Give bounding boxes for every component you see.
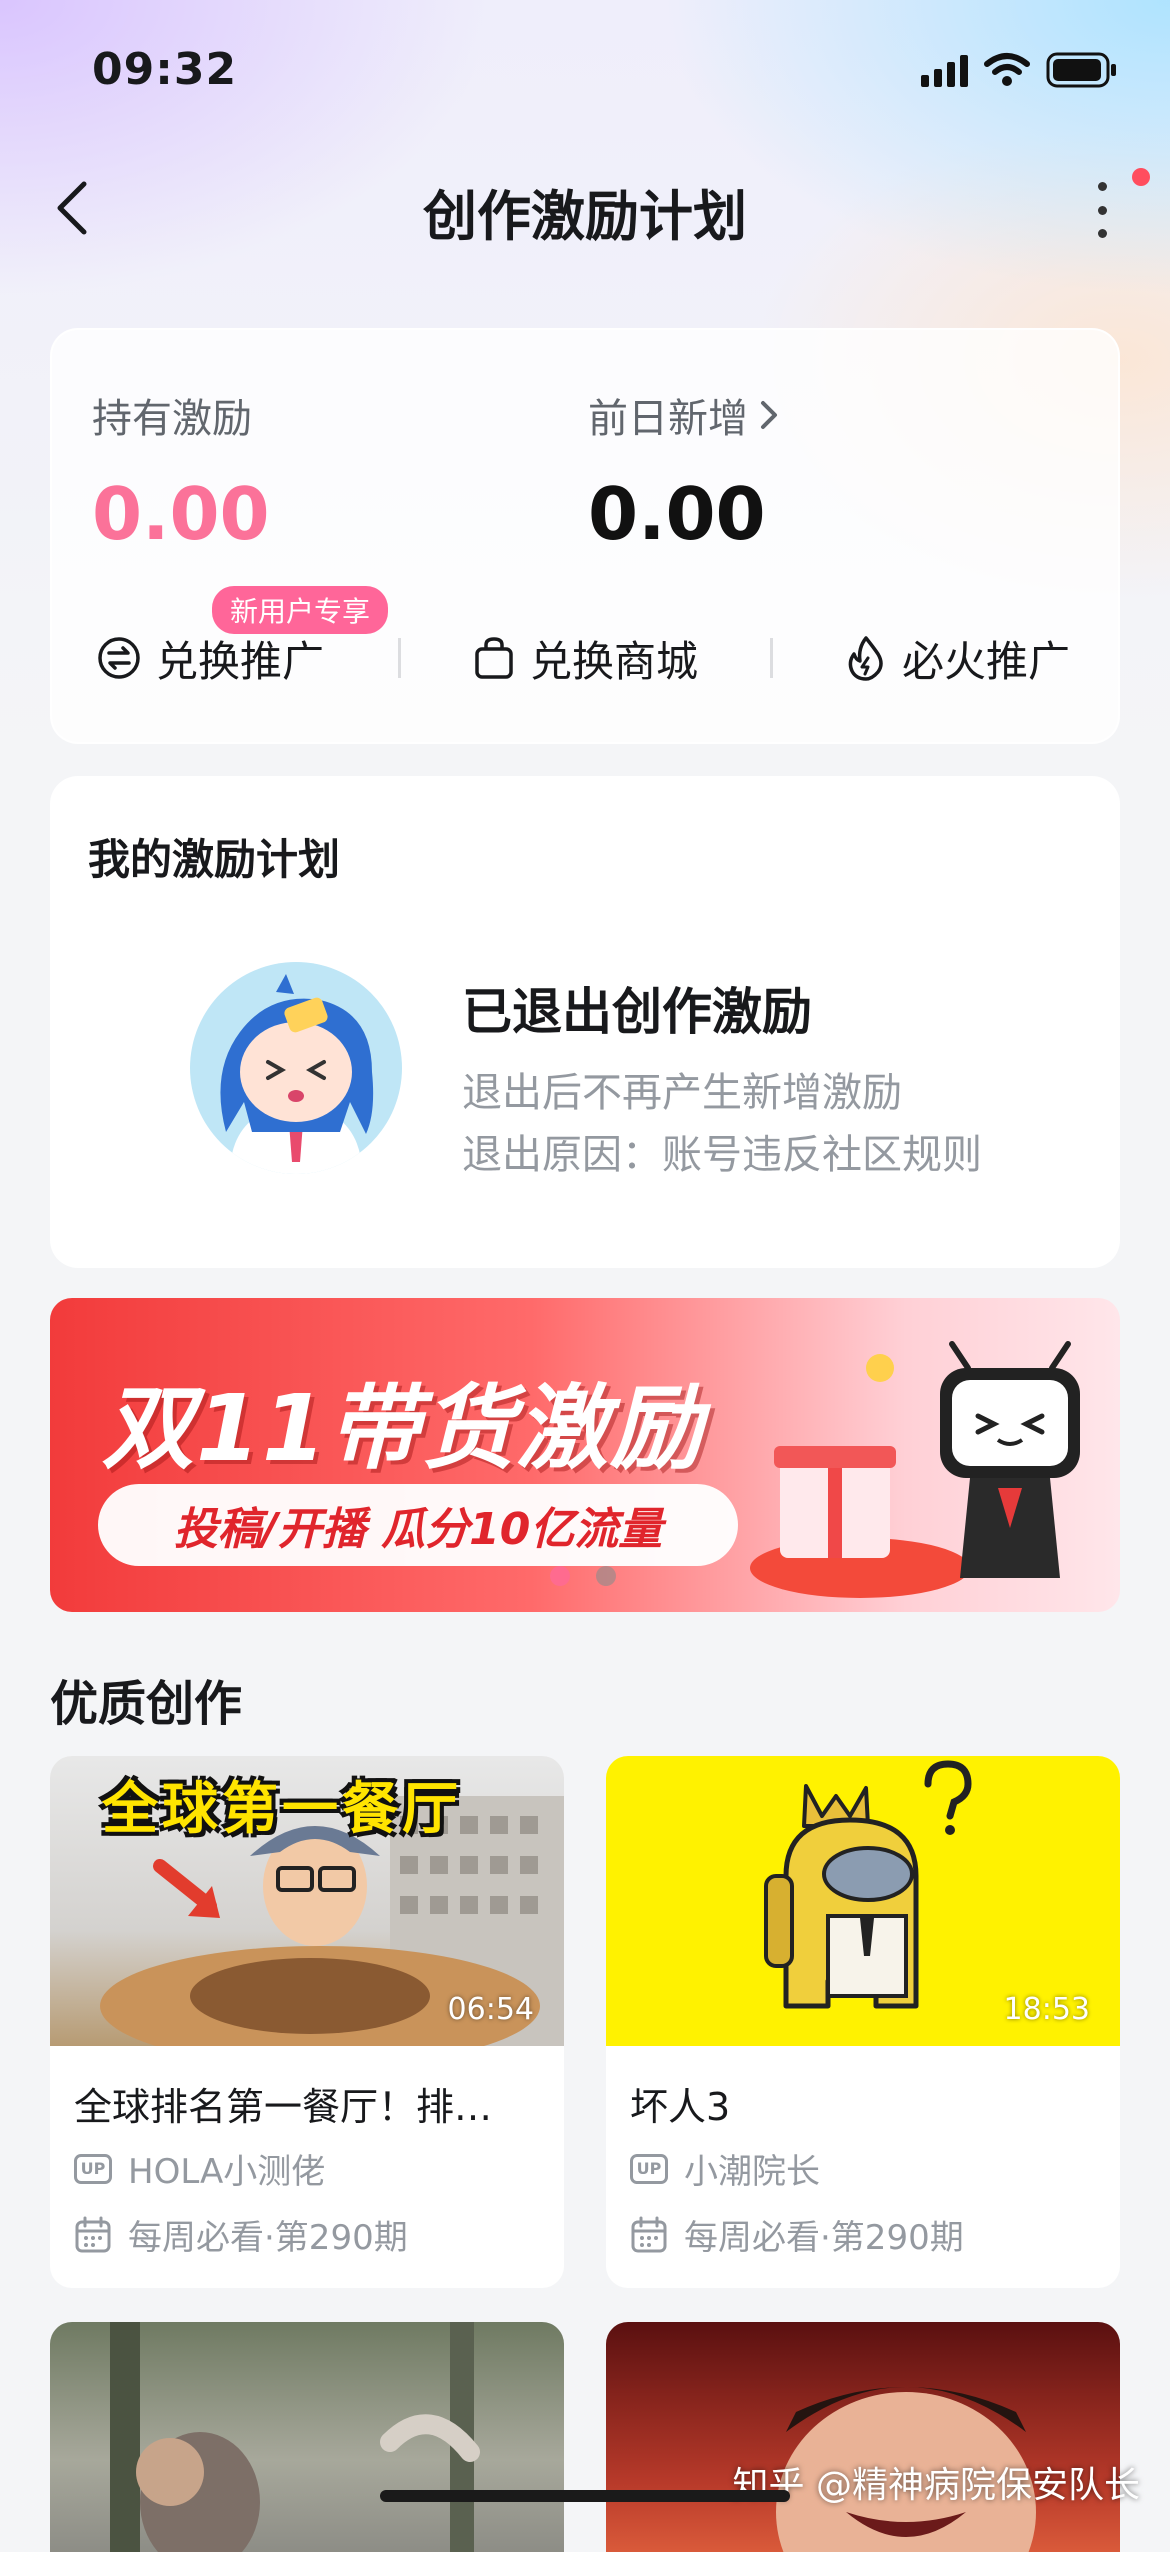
chevron-right-icon xyxy=(761,401,777,429)
page-title: 创作激励计划 xyxy=(423,185,747,248)
video-duration: 06:54 xyxy=(447,1992,534,2027)
video-title: 坏人3 xyxy=(630,2085,731,2129)
calendar-icon xyxy=(75,2216,111,2252)
more-options-icon[interactable] xyxy=(1090,182,1114,238)
video-thumbnail: 18:53 xyxy=(606,1756,1120,2046)
exchange-promotion-label: 兑换推广 xyxy=(156,636,325,686)
held-incentive-value: 0.00 xyxy=(92,472,270,556)
promo-banner[interactable]: 双11带货激励 投稿/开播 瓜分10亿流量 xyxy=(50,1298,1120,1612)
shopping-bag-icon xyxy=(475,637,513,679)
home-indicator[interactable] xyxy=(380,2490,790,2502)
notification-dot xyxy=(1132,168,1150,186)
video-thumbnail xyxy=(776,2387,1036,2552)
video-column: 每周必看·第290期 xyxy=(74,2210,408,2259)
incentive-summary-card: 持有激励 0.00 前日新增 0.00 新用户专享 兑换推广 兑换商城 必火推广 xyxy=(50,328,1120,744)
exchange-mall-button[interactable]: 兑换商城 xyxy=(472,626,698,690)
plan-exit-reason: 退出原因：账号违反社区规则 xyxy=(462,1132,982,1178)
plan-section-title: 我的激励计划 xyxy=(88,835,341,884)
battery-icon xyxy=(1046,52,1116,88)
plan-status: 已退出创作激励 xyxy=(462,983,812,1041)
video-author[interactable]: UP HOLA小测佬 xyxy=(74,2144,325,2193)
status-icons xyxy=(921,52,1118,88)
my-incentive-plan-card: 我的激励计划 已退出创作激励 退出后不再产生新增激励 退出原因：账号违反社区规则 xyxy=(50,776,1120,1268)
banner-title: 双11带货激励 xyxy=(102,1375,705,1482)
wifi-icon xyxy=(984,53,1030,86)
column-name: 每周必看·第290期 xyxy=(128,2218,408,2258)
action-divider xyxy=(770,638,773,678)
status-time: 09:32 xyxy=(92,44,238,95)
video-thumbnail: 全球第一餐厅 06:54 xyxy=(50,1756,564,2046)
gift-mascot-illustration xyxy=(750,1341,1080,1598)
exchange-promotion-button[interactable]: 兑换推广 xyxy=(96,626,324,690)
yesterday-new-label: 前日新增 xyxy=(588,396,748,442)
thumbnail-caption: 全球第一餐厅 xyxy=(102,1777,462,1842)
banner-pagination xyxy=(550,1566,616,1586)
hot-promotion-label: 必火推广 xyxy=(902,636,1071,686)
author-name: 小潮院长 xyxy=(684,2152,820,2192)
hot-promotion-button[interactable]: 必火推广 xyxy=(844,626,1070,690)
video-card-partial[interactable] xyxy=(50,2322,564,2552)
plan-desc-line1: 退出后不再产生新增激励 xyxy=(462,1070,902,1116)
held-incentive-label: 持有激励 xyxy=(92,396,252,442)
up-badge-icon: UP xyxy=(74,2153,112,2184)
banner-dot-active xyxy=(550,1566,570,1586)
crying-mascot-image xyxy=(190,962,402,1174)
quality-creations-title: 优质创作 xyxy=(50,1676,243,1732)
exchange-icon xyxy=(98,637,140,679)
video-thumbnail xyxy=(110,2322,480,2552)
exchange-mall-label: 兑换商城 xyxy=(530,636,699,686)
video-card[interactable]: 全球第一餐厅 06:54 全球排名第一餐厅！排… UP HOLA小测佬 每周必看… xyxy=(50,1756,564,2288)
yesterday-new-link[interactable]: 前日新增 xyxy=(588,386,780,444)
yesterday-new-value: 0.00 xyxy=(588,472,766,556)
flame-icon xyxy=(848,636,883,681)
video-duration: 18:53 xyxy=(1003,1992,1090,2027)
banner-dot xyxy=(596,1566,616,1586)
video-column: 每周必看·第290期 xyxy=(630,2210,964,2259)
banner-subtitle: 投稿/开播 瓜分10亿流量 xyxy=(98,1484,738,1566)
video-card-partial[interactable] xyxy=(606,2322,1120,2552)
video-author[interactable]: UP 小潮院长 xyxy=(630,2144,820,2193)
video-card[interactable]: 18:53 坏人3 UP 小潮院长 每周必看·第290期 xyxy=(606,1756,1120,2288)
cellular-signal-icon xyxy=(921,53,968,87)
calendar-icon xyxy=(631,2216,667,2252)
watermark-text: 知乎 @精神病院保安队长 xyxy=(732,2465,1140,2506)
video-title: 全球排名第一餐厅！排… xyxy=(74,2085,493,2129)
author-name: HOLA小测佬 xyxy=(128,2152,326,2192)
action-divider xyxy=(398,638,401,678)
column-name: 每周必看·第290期 xyxy=(684,2218,964,2258)
up-badge-icon: UP xyxy=(630,2153,668,2184)
